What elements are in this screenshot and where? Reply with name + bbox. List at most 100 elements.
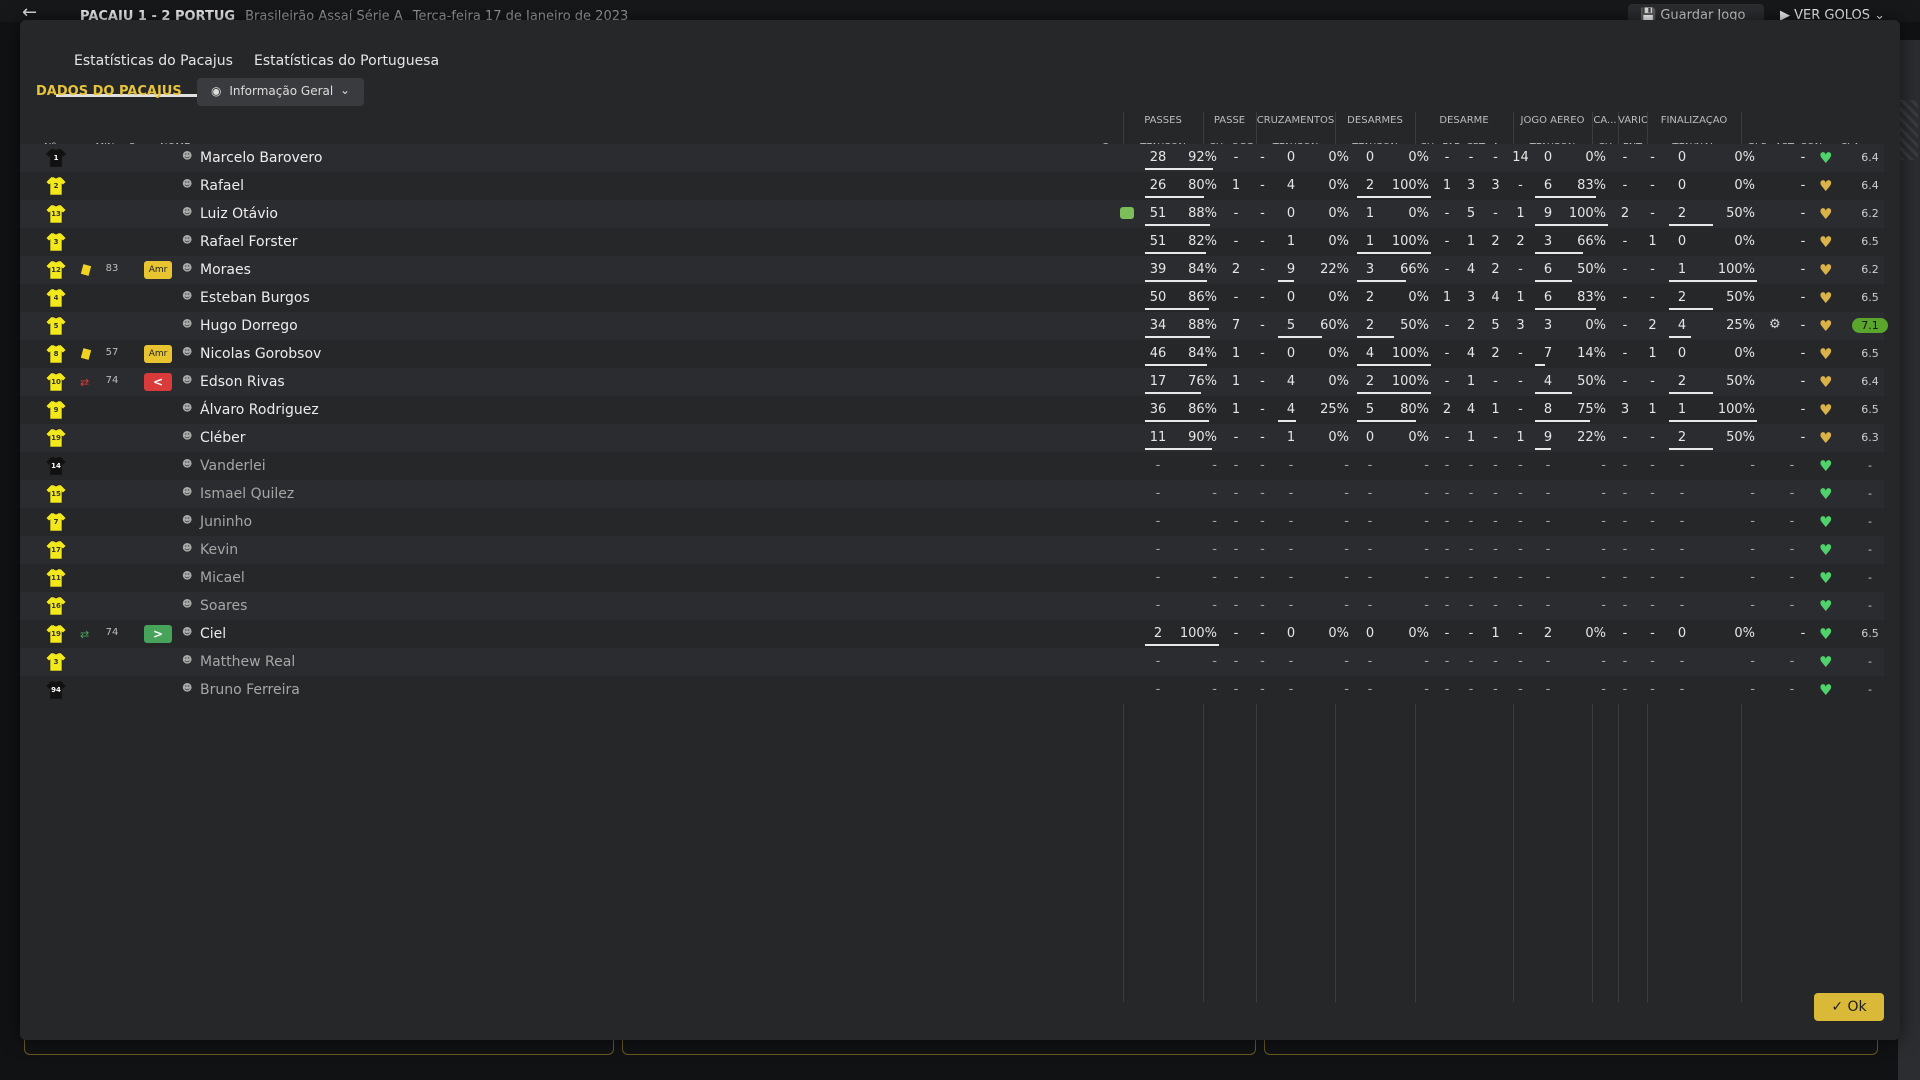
table-row[interactable]: 3 ☻ Matthew Real - - - - - - - - - - - - - - - - - - - ♥ - [20, 648, 1884, 676]
crosses-percent: - [1344, 654, 1349, 669]
passe-ocg: - [1260, 318, 1265, 333]
player-name[interactable]: Moraes [200, 262, 251, 278]
table-row[interactable]: 4 ☻ Esteban Burgos 50 86% - -0 0% 2 0% 1 3 4 1 6 83% - -2… [20, 284, 1884, 312]
passe-ch: - [1233, 150, 1239, 165]
player-name[interactable]: Hugo Dorrego [200, 318, 298, 334]
player-name[interactable]: Álvaro Rodriguez [200, 402, 319, 418]
player-name[interactable]: Bruno Ferreira [200, 682, 300, 698]
shots-percent: 0% [1734, 626, 1755, 641]
tackles-percent: 100% [1391, 234, 1429, 249]
table-row[interactable]: 7 ☻ Juninho - - - - - - - - - - - - - - - - - - - ♥ - [20, 508, 1884, 536]
table-row[interactable]: 19 ☻ Cléber 11 90% - -1 0% 0 0% -1-1 9 22% - -2 50% - ♥ 6.… [20, 424, 1884, 452]
shirt-icon: 11 [45, 567, 67, 589]
aerial-percent: 50% [1577, 262, 1606, 277]
table-row[interactable]: 8 57 Amr ☻ Nicolas Gorobsov 46 84% 1-0 0% 4 100% -4… [20, 340, 1884, 368]
player-name[interactable]: Cléber [200, 430, 246, 446]
table-row[interactable]: 94 ☻ Bruno Ferreira - - - - - - - - - - - - - - - - - - - ♥ - [20, 676, 1884, 704]
table-row[interactable]: 16 ☻ Soares - - - - - - - - - - - - - - - - - - - ♥ - [20, 592, 1884, 620]
player-name[interactable]: Soares [200, 598, 247, 614]
passe-ocg: - [1260, 430, 1265, 445]
passes-count: - [1155, 486, 1161, 501]
table-row[interactable]: 17 ☻ Kevin - - - - - - - - - - - - - - - - - - - ♥ - [20, 536, 1884, 564]
table-row[interactable]: 13 ☻ Luiz Otávio 51 88% - -0 0% 1 0% -5-1 9 100% 2-2 5… [20, 200, 1884, 228]
table-row[interactable]: 9 ☻ Álvaro Rodriguez 36 86% 1-4 25% 5 80% 2 4 1-8 75… [20, 396, 1884, 424]
tackle-a: 3 [1516, 318, 1525, 333]
shots-count: 0 [1677, 346, 1687, 361]
ca-ch: - [1622, 178, 1628, 193]
passes-percent: 100% [1179, 626, 1217, 641]
table-row[interactable]: 10 ⇄ 74 < ☻ Edson Rivas 17 76% 1-4 0% 2 100% -1- -4 50… [20, 368, 1884, 396]
player-rating: - [1868, 487, 1872, 500]
condition-heart-icon: ♥ [1819, 429, 1833, 447]
shirt-icon: 10 [45, 371, 67, 393]
tackle-crt: - [1493, 150, 1498, 165]
tackles-bar [1357, 420, 1416, 422]
table-row[interactable]: 14 ☻ Vanderlei - - - - - - - - - - - - - - - - - - - ♥ - [20, 452, 1884, 480]
misc-stat: - [1622, 598, 1628, 613]
passe-ch: 7 [1231, 318, 1241, 333]
shirt-icon: 1 [45, 147, 67, 169]
player-name[interactable]: Nicolas Gorobsov [200, 346, 321, 362]
shots-count: 1 [1677, 262, 1687, 277]
aerial-count: - [1545, 598, 1551, 613]
aerial-count: - [1545, 682, 1551, 697]
status-badge: Amr [144, 345, 172, 363]
passes-count: - [1155, 598, 1161, 613]
player-name[interactable]: Marcelo Barovero [200, 150, 322, 166]
minutes-played: 57 [105, 347, 119, 358]
condition-heart-icon: ♥ [1819, 681, 1833, 699]
player-name[interactable]: Ciel [200, 626, 226, 642]
table-row[interactable]: 3 ☻ Rafael Forster 51 82% - -1 0% 1 100% -1 2 2 3 66% -… [20, 228, 1884, 256]
shirt-number: 5 [53, 322, 59, 330]
table-row[interactable]: 19 ⇄ 74 > ☻ Ciel 2 100% - -0 0% 0 0% - -1-2 0% - -0 0% - ♥ 6.… [20, 620, 1884, 648]
crosses-count: 1 [1286, 234, 1296, 249]
tackle-stat: - [1468, 682, 1474, 697]
table-row[interactable]: 15 ☻ Ismael Quilez - - - - - - - - - - - - - - - - - - - ♥ - [20, 480, 1884, 508]
player-name[interactable]: Rafael [200, 178, 244, 194]
player-name[interactable]: Ismael Quilez [200, 486, 294, 502]
ca-ch: - [1622, 290, 1628, 305]
player-name[interactable]: Vanderlei [200, 458, 266, 474]
stats-table: PASSES PASSE CRUZAMENTOS DESARMES DESARME JOG… [20, 20, 1900, 1040]
condition-heart-icon: ♥ [1819, 513, 1833, 531]
player-name[interactable]: Micael [200, 570, 245, 586]
tackles-percent: 100% [1391, 374, 1429, 389]
sub-out-icon: ⇄ [80, 376, 90, 389]
passes-percent: 90% [1188, 430, 1217, 445]
table-row[interactable]: 1 ☻ Marcelo Barovero 28 92% - -0 0% 0 0% - - -14 0 0% -… [20, 144, 1884, 172]
aerial-bar [1535, 364, 1545, 366]
ok-button[interactable]: ✓ Ok [1814, 993, 1884, 1021]
status-badge: < [144, 373, 172, 391]
tackle-crt: 3 [1491, 178, 1500, 193]
tackle-ch: - [1444, 234, 1450, 249]
player-name[interactable]: Matthew Real [200, 654, 295, 670]
tackles-percent: 66% [1400, 262, 1429, 277]
aerial-bar [1535, 448, 1551, 450]
player-name[interactable]: Edson Rivas [200, 374, 285, 390]
shots-bar [1669, 280, 1757, 282]
crosses-bar [1278, 280, 1294, 282]
table-row[interactable]: 12 83 Amr ☻ Moraes 39 84% 2-9 22% 3 66% -4 2-6 50% - -1… [20, 256, 1884, 284]
player-name[interactable]: Juninho [200, 514, 252, 530]
passes-bar [1145, 644, 1219, 646]
table-row[interactable]: 11 ☻ Micael - - - - - - - - - - - - - - - - - - - ♥ - [20, 564, 1884, 592]
aerial-count: - [1545, 458, 1551, 473]
player-name[interactable]: Rafael Forster [200, 234, 298, 250]
ca-ch: - [1622, 430, 1628, 445]
aerial-bar [1535, 392, 1572, 394]
passes-count: 39 [1149, 262, 1167, 277]
table-row[interactable]: 5 ☻ Hugo Dorrego 34 88% 7-5 60% 2 50% -2 5 3 3 0% -2 4 2… [20, 312, 1888, 340]
player-name[interactable]: Esteban Burgos [200, 290, 310, 306]
passe-stat: - [1233, 682, 1239, 697]
tackles-percent: - [1424, 514, 1429, 529]
misc-stat: - [1650, 570, 1655, 585]
tackles-percent: 0% [1408, 290, 1429, 305]
passes-percent: 92% [1188, 150, 1217, 165]
passes-count: - [1155, 570, 1161, 585]
tackle-a: 14 [1512, 150, 1529, 165]
player-name[interactable]: Luiz Otávio [200, 206, 278, 222]
table-row[interactable]: 2 ☻ Rafael 26 80% 1-4 0% 2 100% 1 3 3-6 83% - -0 0% - ♥ 6.… [20, 172, 1884, 200]
aerial-count: 0 [1543, 150, 1553, 165]
tackle-crt: 2 [1491, 346, 1500, 361]
player-name[interactable]: Kevin [200, 542, 238, 558]
